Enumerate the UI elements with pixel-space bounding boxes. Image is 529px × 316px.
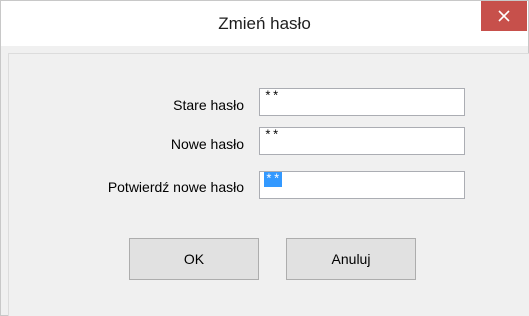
new-password-value: ** (264, 128, 280, 143)
cancel-button[interactable]: Anuluj (286, 238, 416, 280)
close-icon (498, 10, 510, 22)
dialog-title: Zmień hasło (218, 14, 311, 33)
close-button[interactable] (481, 1, 527, 31)
old-password-value: ** (264, 89, 280, 104)
confirm-password-value: ** (264, 172, 282, 187)
confirm-password-field[interactable]: ** (259, 171, 465, 199)
confirm-password-label: Potwierdź nowe hasło (107, 179, 244, 195)
new-password-label: Nowe hasło (170, 136, 244, 152)
change-password-dialog: Zmień hasło Stare hasło ** Nowe hasło **… (0, 0, 529, 316)
old-password-label: Stare hasło (173, 97, 244, 113)
dialog-body: Stare hasło ** Nowe hasło ** Potwierdź n… (8, 53, 529, 316)
ok-button[interactable]: OK (129, 238, 259, 280)
title-bar[interactable]: Zmień hasło (1, 1, 528, 46)
old-password-field[interactable]: ** (259, 88, 465, 116)
new-password-field[interactable]: ** (259, 127, 465, 155)
